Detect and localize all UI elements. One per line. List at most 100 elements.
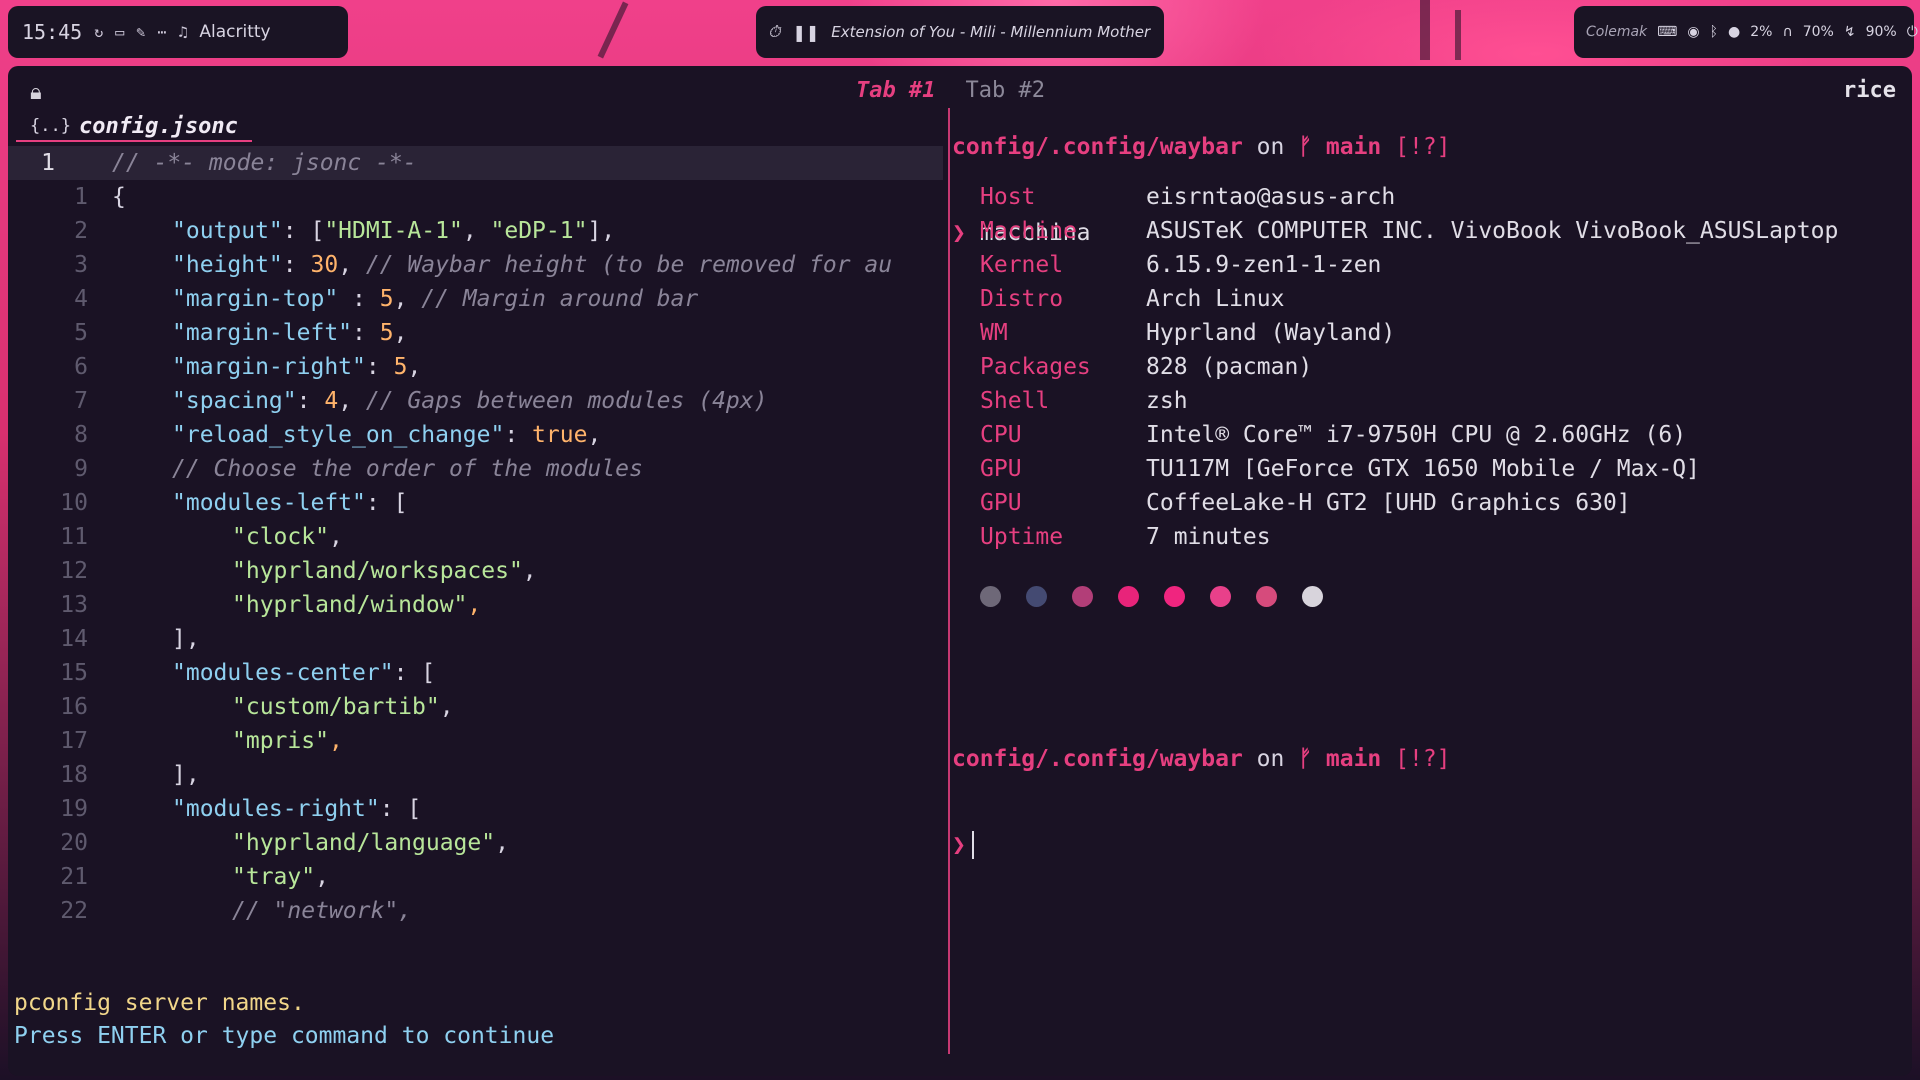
refresh-icon[interactable]: ↻	[94, 23, 103, 41]
code-text: "tray",	[232, 864, 329, 890]
code-line[interactable]: 21 "tray",	[8, 860, 943, 894]
keyboard-layout[interactable]: Colemak	[1586, 24, 1647, 40]
line-number: 12	[60, 558, 88, 584]
line-number: 20	[60, 830, 88, 856]
code-line[interactable]: 4 "margin-top" : 5, // Margin around bar	[8, 282, 943, 316]
info-key: GPU	[980, 490, 1022, 516]
info-key: GPU	[980, 456, 1022, 482]
palette-swatch	[1026, 586, 1047, 607]
code-line[interactable]: 2 "output": ["HDMI-A-1", "eDP-1"],	[8, 214, 943, 248]
headphones-icon: ∩	[1782, 24, 1793, 40]
code-line[interactable]: 22 // "network",	[8, 894, 943, 928]
shell-prompt-current[interactable]: config/.config/waybar on ᚠ main [!?] ❯	[952, 690, 1451, 888]
line-number: 15	[60, 660, 88, 686]
code-line[interactable]: 3 "height": 30, // Waybar height (to be r…	[8, 248, 943, 282]
prompt-on: on	[1256, 134, 1285, 160]
editor-pane[interactable]: 1// -*- mode: jsonc -*- 1{ 2 "output": ["…	[8, 146, 943, 928]
lock-icon: 🔒︎	[30, 80, 42, 105]
window-icon[interactable]: ▭	[115, 23, 124, 41]
command-line-message[interactable]: pconfig server names. Press ENTER or typ…	[14, 990, 554, 1049]
code-line[interactable]: 5 "margin-left": 5,	[8, 316, 943, 350]
info-row: Distro Arch Linux	[980, 282, 1838, 316]
info-row: Machine ASUSTeK COMPUTER INC. VivoBook Vi…	[980, 214, 1838, 248]
shell-prompt: config/.config/waybar on ᚠ main [!?]	[952, 742, 1451, 776]
keyboard-icon: ⌨	[1657, 24, 1678, 40]
line-number: 1	[74, 184, 88, 210]
command-input[interactable]: ❯	[952, 828, 1451, 862]
info-key: Kernel	[980, 252, 1064, 278]
message-text: pconfig server names.	[14, 990, 305, 1016]
timer-icon[interactable]: ⏱	[768, 22, 780, 42]
media-title[interactable]: Extension of You - Mili - Millennium Mot…	[831, 23, 1150, 41]
code-line[interactable]: 13 "hyprland/window",	[8, 588, 943, 622]
pane-divider[interactable]	[948, 108, 950, 1054]
cwd: config/.config/waybar	[952, 134, 1243, 160]
code-line[interactable]: 1 // -*- mode: jsonc -*-	[8, 146, 943, 180]
info-row: Kernel 6.15.9-zen1-1-zen	[980, 248, 1838, 282]
code-text: "modules-left": [	[172, 490, 408, 516]
code-line[interactable]: 9 // Choose the order of the modules	[8, 452, 943, 486]
headphones-level[interactable]: 70%	[1803, 24, 1834, 40]
topbar-right: Colemak ⌨ ◉ ᛒ ● 2% ∩ 70% ↯ 90% ⏻	[1574, 6, 1918, 58]
info-value: Intel® Core™ i7-9750H CPU @ 2.60GHz (6)	[1146, 422, 1687, 448]
palette-swatch	[1072, 586, 1093, 607]
palette-swatch	[1210, 586, 1231, 607]
code-text: "mpris",	[232, 728, 343, 754]
code-line[interactable]: 16 "custom/bartib",	[8, 690, 943, 724]
info-value: Hyprland (Wayland)	[1146, 320, 1396, 346]
line-number: 21	[60, 864, 88, 890]
bluetooth-icon[interactable]: ᛒ	[1710, 24, 1718, 40]
info-value: 7 minutes	[1146, 524, 1271, 550]
code-line[interactable]: 17 "mpris",	[8, 724, 943, 758]
json-file-icon: {..}	[30, 116, 71, 136]
code-line[interactable]: 8 "reload_style_on_change": true,	[8, 418, 943, 452]
line-number: 3	[74, 252, 88, 278]
info-value: zsh	[1146, 388, 1188, 414]
wifi-icon[interactable]: ◉	[1687, 24, 1699, 40]
code-line[interactable]: 7 "spacing": 4, // Gaps between modules (…	[8, 384, 943, 418]
code-line[interactable]: 19 "modules-right": [	[8, 792, 943, 826]
music-note-icon[interactable]: ♫	[178, 23, 187, 41]
system-info: Host eisrntao@asus-arch Machine ASUSTeK COM…	[980, 180, 1838, 554]
pen-icon[interactable]: ✎	[136, 23, 145, 41]
info-row: GPU CoffeeLake-H GT2 [UHD Graphics 630]	[980, 486, 1838, 520]
code-line[interactable]: 12 "hyprland/workspaces",	[8, 554, 943, 588]
dots-icon[interactable]: ⋯	[157, 23, 166, 41]
palette-swatch	[1164, 586, 1185, 607]
code-line[interactable]: 10 "modules-left": [	[8, 486, 943, 520]
palette-swatch	[1256, 586, 1277, 607]
clock[interactable]: 15:45	[22, 20, 82, 44]
code-text: // Choose the order of the modules	[172, 456, 643, 482]
code-line[interactable]: 1{	[8, 180, 943, 214]
info-key: Uptime	[980, 524, 1064, 550]
code-line[interactable]: 11 "clock",	[8, 520, 943, 554]
color-palette	[980, 586, 1323, 607]
palette-swatch	[980, 586, 1001, 607]
line-number: 14	[60, 626, 88, 652]
info-value: ASUSTeK COMPUTER INC. VivoBook VivoBook_…	[1146, 218, 1839, 244]
code-text: "reload_style_on_change": true,	[172, 422, 602, 448]
prompt-on: on	[1256, 746, 1285, 772]
tab-1[interactable]: Tab #1	[856, 78, 935, 103]
code-line[interactable]: 6 "margin-right": 5,	[8, 350, 943, 384]
buffer-name: config.jsonc	[78, 113, 238, 139]
info-key: Machine	[980, 218, 1077, 244]
info-key: Distro	[980, 286, 1064, 312]
active-window-title: Alacritty	[199, 22, 271, 42]
git-branch-icon: ᚠ	[1298, 746, 1313, 772]
code-text: "modules-right": [	[172, 796, 422, 822]
code-line[interactable]: 14],	[8, 622, 943, 656]
line-number: 22	[60, 898, 88, 924]
line-number: 13	[60, 592, 88, 618]
info-row: Host eisrntao@asus-arch	[980, 180, 1838, 214]
session-name: rice	[1843, 78, 1896, 103]
code-line[interactable]: 15 "modules-center": [	[8, 656, 943, 690]
info-key: Packages	[980, 354, 1091, 380]
code-text: "clock",	[232, 524, 343, 550]
code-line[interactable]: 18],	[8, 758, 943, 792]
power-icon[interactable]: ⏻	[1907, 24, 1918, 40]
buffer-tab[interactable]: {..} config.jsonc	[16, 112, 252, 142]
pause-icon[interactable]: ❚❚	[792, 23, 819, 42]
code-line[interactable]: 20 "hyprland/language",	[8, 826, 943, 860]
line-number: 11	[60, 524, 88, 550]
